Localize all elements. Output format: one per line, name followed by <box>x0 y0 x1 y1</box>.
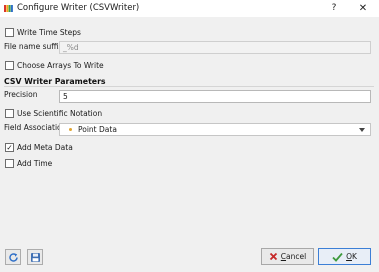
scientific-notation-checkbox[interactable] <box>5 109 14 118</box>
save-icon <box>30 252 40 262</box>
scientific-notation-label: Use Scientific Notation <box>17 109 103 118</box>
file-name-suffix-input[interactable]: _%d <box>59 41 371 54</box>
add-meta-data-label: Add Meta Data <box>17 143 73 152</box>
ok-button[interactable]: OK <box>318 248 371 265</box>
checkmark-icon <box>332 252 343 262</box>
paraview-app-icon <box>4 5 13 12</box>
reset-defaults-button[interactable] <box>5 249 21 265</box>
choose-arrays-checkbox[interactable] <box>5 61 14 70</box>
csv-writer-parameters-heading: CSV Writer Parameters <box>4 77 106 86</box>
field-association-value: Point Data <box>78 125 117 134</box>
ok-label: OK <box>346 252 357 261</box>
title-bar: Configure Writer (CSVWriter) ? ✕ <box>0 0 379 17</box>
help-button[interactable]: ? <box>327 2 341 15</box>
point-data-icon <box>69 128 72 131</box>
section-divider <box>4 86 374 87</box>
cancel-label: Cancel <box>281 252 306 261</box>
cancel-x-icon <box>269 252 277 261</box>
write-time-steps-checkbox[interactable] <box>5 28 14 37</box>
field-association-dropdown[interactable]: Point Data <box>59 123 371 136</box>
save-settings-button[interactable] <box>27 249 43 265</box>
window-title: Configure Writer (CSVWriter) <box>17 3 140 13</box>
cancel-label-rest: ancel <box>286 252 307 261</box>
choose-arrays-label: Choose Arrays To Write <box>17 61 104 70</box>
cancel-button[interactable]: Cancel <box>261 248 314 265</box>
write-time-steps-label: Write Time Steps <box>17 28 81 37</box>
configure-writer-dialog: Configure Writer (CSVWriter) ? ✕ Write T… <box>0 0 379 272</box>
add-meta-data-checkbox[interactable]: ✓ <box>5 143 14 152</box>
ok-label-rest: K <box>351 252 357 261</box>
add-time-label: Add Time <box>17 159 53 168</box>
file-name-suffix-label: File name suffix <box>4 42 63 51</box>
precision-input[interactable]: 5 <box>59 90 371 103</box>
precision-label: Precision <box>4 90 38 99</box>
chevron-down-icon <box>359 128 365 132</box>
field-association-label: Field Association <box>4 123 67 132</box>
refresh-icon <box>8 252 18 262</box>
add-time-checkbox[interactable] <box>5 159 14 168</box>
close-button[interactable]: ✕ <box>356 2 370 15</box>
